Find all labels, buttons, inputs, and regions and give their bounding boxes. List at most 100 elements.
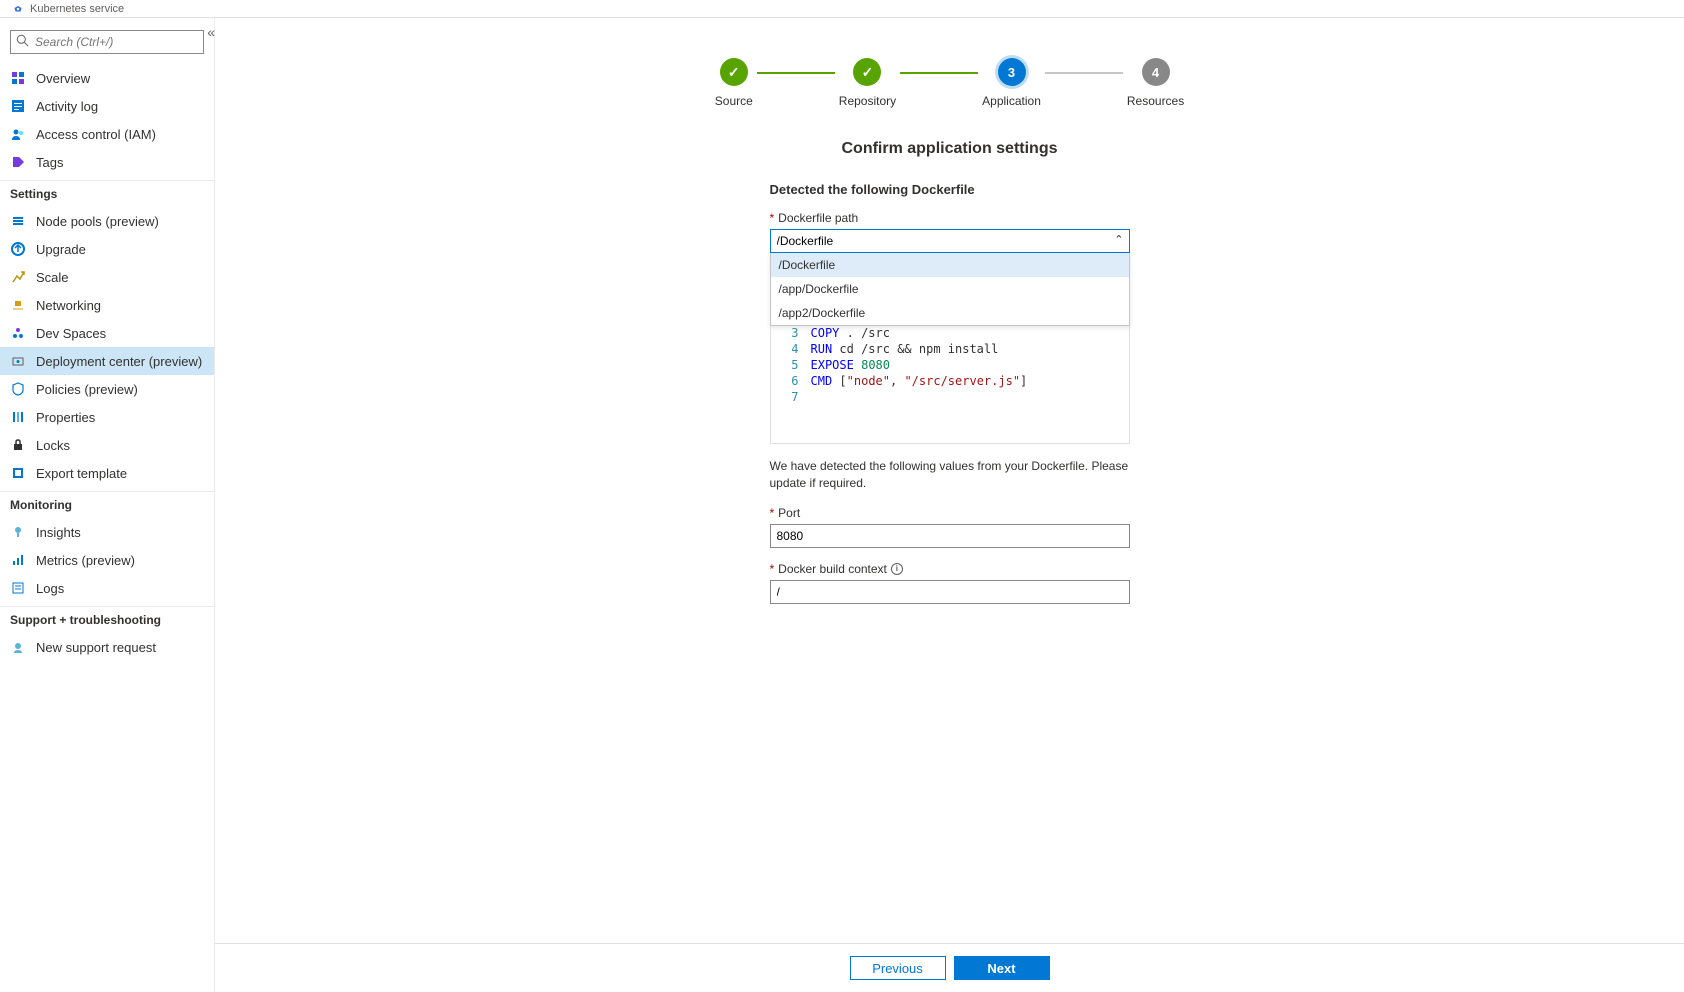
chevron-up-icon[interactable]: ⌃ (1114, 233, 1123, 246)
overview-icon (10, 70, 26, 86)
nav-label: Deployment center (preview) (36, 354, 202, 369)
nav-label: Locks (36, 438, 70, 453)
nav-label: Metrics (preview) (36, 553, 135, 568)
dropdown-option[interactable]: /app2/Dockerfile (771, 301, 1129, 325)
dropdown-option[interactable]: /app/Dockerfile (771, 277, 1129, 301)
upgrade-icon (10, 241, 26, 257)
step-resources[interactable]: 4 Resources (1127, 58, 1184, 108)
locks-icon (10, 437, 26, 453)
nav-item-deployment-center[interactable]: Deployment center (preview) (0, 347, 214, 375)
section-header-support: Support + troubleshooting (0, 606, 214, 633)
required-indicator: * (770, 506, 775, 520)
main-content: ✓ Source ✓ Repository 3 Application 4 Re… (215, 18, 1684, 992)
step-line (757, 72, 835, 74)
port-label: * Port (770, 506, 1130, 520)
nav-label: Activity log (36, 99, 98, 114)
policies-icon (10, 381, 26, 397)
previous-button[interactable]: Previous (850, 956, 946, 980)
step-line (1045, 72, 1123, 74)
support-icon (10, 639, 26, 655)
next-button[interactable]: Next (954, 956, 1050, 980)
nav-label: Logs (36, 581, 64, 596)
dockerfile-path-input[interactable] (770, 229, 1130, 253)
nav-label: Overview (36, 71, 90, 86)
metrics-icon (10, 552, 26, 568)
nav-item-locks[interactable]: Locks (0, 431, 214, 459)
nav-item-upgrade[interactable]: Upgrade (0, 235, 214, 263)
step-application[interactable]: 3 Application (982, 58, 1041, 108)
nav-item-logs[interactable]: Logs (0, 574, 214, 602)
nav-label: Policies (preview) (36, 382, 138, 397)
section-heading: Detected the following Dockerfile (770, 182, 1130, 197)
wizard-footer: Previous Next (215, 943, 1684, 992)
nav-item-dev-spaces[interactable]: Dev Spaces (0, 319, 214, 347)
service-type-label: Kubernetes service (30, 3, 124, 15)
helper-text: We have detected the following values fr… (770, 458, 1130, 492)
search-icon (16, 34, 29, 50)
port-input[interactable] (770, 524, 1130, 548)
nav-label: Properties (36, 410, 95, 425)
context-input[interactable] (770, 580, 1130, 604)
step-repository[interactable]: ✓ Repository (839, 58, 896, 108)
check-icon: ✓ (862, 64, 874, 81)
networking-icon (10, 297, 26, 313)
page-title: Confirm application settings (841, 140, 1057, 158)
nav-item-networking[interactable]: Networking (0, 291, 214, 319)
nav-label: Upgrade (36, 242, 86, 257)
section-header-monitoring: Monitoring (0, 491, 214, 518)
info-icon[interactable]: i (891, 563, 903, 575)
nav-item-iam[interactable]: Access control (IAM) (0, 120, 214, 148)
collapse-sidebar-button[interactable]: « (207, 24, 215, 40)
tags-icon (10, 154, 26, 170)
activity-log-icon (10, 98, 26, 114)
nav-item-export-template[interactable]: Export template (0, 459, 214, 487)
nav-item-overview[interactable]: Overview (0, 64, 214, 92)
kubernetes-service-icon (14, 1, 30, 17)
nav-item-metrics[interactable]: Metrics (preview) (0, 546, 214, 574)
nav-item-policies[interactable]: Policies (preview) (0, 375, 214, 403)
dockerfile-path-dropdown: /Dockerfile /app/Dockerfile /app2/Docker… (770, 253, 1130, 326)
step-label: Resources (1127, 94, 1184, 108)
insights-icon (10, 524, 26, 540)
context-label: * Docker build context i (770, 562, 1130, 576)
wizard-stepper: ✓ Source ✓ Repository 3 Application 4 Re… (715, 58, 1184, 108)
nav-label: Insights (36, 525, 81, 540)
nav-item-tags[interactable]: Tags (0, 148, 214, 176)
nav-label: New support request (36, 640, 156, 655)
nav-label: Access control (IAM) (36, 127, 156, 142)
step-source[interactable]: ✓ Source (715, 58, 753, 108)
search-input[interactable] (10, 30, 204, 54)
logs-icon (10, 580, 26, 596)
required-indicator: * (770, 211, 775, 225)
dockerfile-path-label: * Dockerfile path (770, 211, 1130, 225)
nav-item-insights[interactable]: Insights (0, 518, 214, 546)
top-header: Kubernetes service (0, 0, 1684, 18)
dev-spaces-icon (10, 325, 26, 341)
nav-item-properties[interactable]: Properties (0, 403, 214, 431)
iam-icon (10, 126, 26, 142)
scale-icon (10, 269, 26, 285)
dropdown-option[interactable]: /Dockerfile (771, 253, 1129, 277)
sidebar: « Overview Activity log Access control (… (0, 18, 215, 992)
properties-icon (10, 409, 26, 425)
node-pools-icon (10, 213, 26, 229)
export-template-icon (10, 465, 26, 481)
dockerfile-path-combo[interactable]: ⌃ /Dockerfile /app/Dockerfile /app2/Dock… (770, 229, 1130, 253)
nav-label: Export template (36, 466, 127, 481)
nav-label: Dev Spaces (36, 326, 106, 341)
deployment-center-icon (10, 353, 26, 369)
sidebar-search (10, 30, 204, 54)
step-label: Application (982, 94, 1041, 108)
check-icon: ✓ (728, 64, 740, 81)
step-number: 3 (998, 58, 1026, 86)
required-indicator: * (770, 562, 775, 576)
nav-item-new-support-request[interactable]: New support request (0, 633, 214, 661)
nav-label: Scale (36, 270, 69, 285)
nav-item-node-pools[interactable]: Node pools (preview) (0, 207, 214, 235)
nav-label: Networking (36, 298, 101, 313)
step-label: Repository (839, 94, 896, 108)
step-line (900, 72, 978, 74)
nav-item-activity-log[interactable]: Activity log (0, 92, 214, 120)
step-number: 4 (1142, 58, 1170, 86)
nav-item-scale[interactable]: Scale (0, 263, 214, 291)
